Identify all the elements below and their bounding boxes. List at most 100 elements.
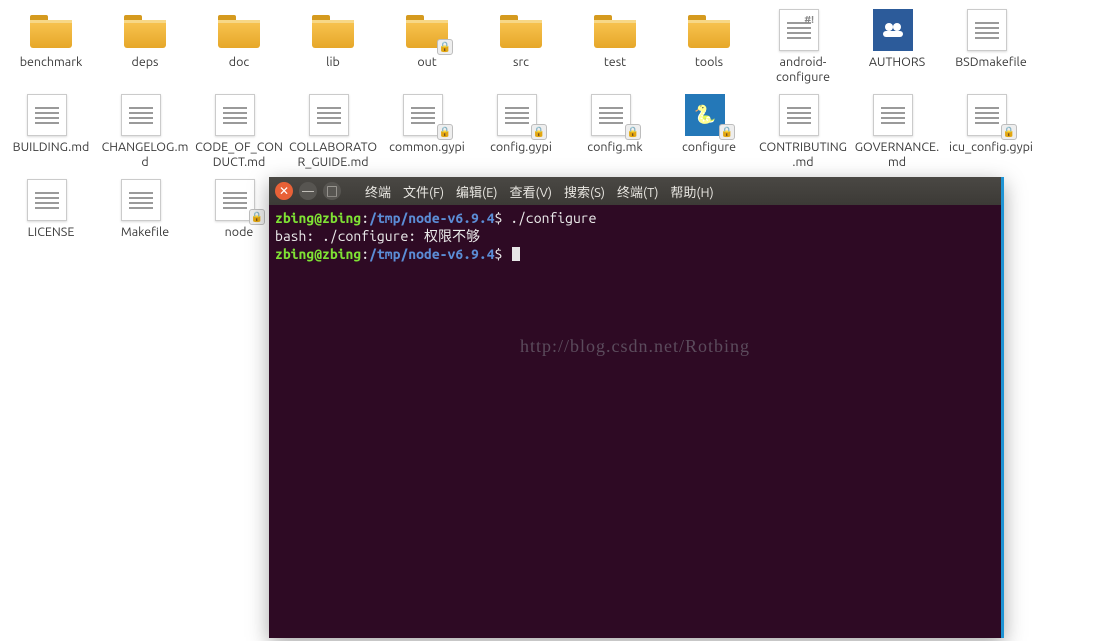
lock-badge-icon: 🔒 — [437, 124, 453, 140]
desktop-icon[interactable]: 🔒icu_config.gypi — [945, 94, 1037, 170]
desktop-icon-label: common.gypi — [389, 140, 465, 155]
lock-badge-icon: 🔒 — [625, 124, 641, 140]
desktop-icon-label: BUILDING.md — [13, 140, 90, 155]
text-file-icon — [121, 179, 169, 223]
python-file-icon: 🔒 — [685, 94, 733, 138]
text-file-icon — [779, 94, 827, 138]
prompt-path: /tmp/node-v6.9.4 — [369, 210, 494, 226]
desktop-icon-label: icu_config.gypi — [949, 140, 1033, 155]
desktop-icon-label: BSDmakefile — [955, 55, 1027, 70]
desktop-icon[interactable]: CONTRIBUTING.md — [757, 94, 849, 170]
window-maximize-button[interactable]: □ — [323, 182, 341, 200]
desktop-icon[interactable]: src — [475, 9, 567, 85]
terminal-menu-item[interactable]: 搜索(S) — [560, 180, 609, 203]
desktop-icon-label: deps — [132, 55, 159, 70]
text-file-icon — [121, 94, 169, 138]
text-file-icon — [215, 94, 263, 138]
text-file-icon — [967, 9, 1015, 53]
desktop-icon[interactable]: benchmark — [5, 9, 97, 85]
text-file-icon: 🔒 — [967, 94, 1015, 138]
terminal-command: ./configure — [510, 210, 596, 226]
window-minimize-button[interactable]: — — [299, 182, 317, 200]
terminal-prompt-line: zbing@zbing:/tmp/node-v6.9.4$ ./configur… — [275, 209, 995, 227]
desktop-icon-label: doc — [229, 55, 249, 70]
prompt-user: zbing@zbing — [275, 246, 361, 262]
desktop-icon[interactable]: 🔒common.gypi — [381, 94, 473, 170]
desktop-icon[interactable]: GOVERNANCE.md — [851, 94, 943, 170]
desktop-icon-label: config.gypi — [490, 140, 552, 155]
folder-icon — [121, 9, 169, 53]
terminal-menubar: 终端文件(F)编辑(E)查看(V)搜索(S)终端(T)帮助(H) — [361, 180, 718, 203]
desktop-icon[interactable]: deps — [99, 9, 191, 85]
terminal-body[interactable]: http://blog.csdn.net/Rotbing zbing@zbing… — [269, 205, 1001, 638]
desktop-icon-label: configure — [682, 140, 736, 155]
lock-badge-icon: 🔒 — [249, 209, 265, 225]
watermark-text: http://blog.csdn.net/Rotbing — [520, 335, 750, 358]
desktop-icon[interactable]: LICENSE — [5, 179, 97, 240]
desktop-icon[interactable]: AUTHORS — [851, 9, 943, 85]
desktop-icon-label: LICENSE — [28, 225, 75, 240]
terminal-menu-item[interactable]: 查看(V) — [506, 180, 556, 203]
terminal-cursor — [512, 247, 520, 261]
desktop-icon-label: out — [417, 55, 436, 70]
text-file-icon: 🔒 — [497, 94, 545, 138]
terminal-window[interactable]: ✕ — □ 终端文件(F)编辑(E)查看(V)搜索(S)终端(T)帮助(H) h… — [269, 177, 1004, 638]
terminal-menu-item[interactable]: 编辑(E) — [452, 180, 501, 203]
window-close-button[interactable]: ✕ — [275, 182, 293, 200]
desktop-icon[interactable]: Makefile — [99, 179, 191, 240]
desktop-icon[interactable]: tools — [663, 9, 755, 85]
terminal-menu-item[interactable]: 帮助(H) — [666, 180, 717, 203]
desktop-icon-label: android-configure — [758, 55, 848, 85]
text-file-icon: 🔒 — [403, 94, 451, 138]
folder-icon — [309, 9, 357, 53]
text-file-icon — [309, 94, 357, 138]
terminal-prompt-line: zbing@zbing:/tmp/node-v6.9.4$ — [275, 245, 995, 263]
desktop-icon-label: CHANGELOG.md — [100, 140, 190, 170]
desktop-icon-label: CONTRIBUTING.md — [758, 140, 848, 170]
desktop-icon[interactable]: COLLABORATOR_GUIDE.md — [287, 94, 379, 170]
desktop-icon[interactable]: doc — [193, 9, 285, 85]
authors-icon — [873, 9, 921, 53]
terminal-menu-item[interactable]: 终端(T) — [613, 180, 662, 203]
desktop-icon-label: config.mk — [587, 140, 642, 155]
lock-badge-icon: 🔒 — [1001, 124, 1017, 140]
text-file-icon: 🔒 — [215, 179, 263, 223]
desktop-icon-label: GOVERNANCE.md — [852, 140, 942, 170]
prompt-path: /tmp/node-v6.9.4 — [369, 246, 494, 262]
folder-icon — [497, 9, 545, 53]
desktop-icon[interactable]: BSDmakefile — [945, 9, 1037, 85]
desktop-icon-label: Makefile — [121, 225, 169, 240]
desktop-icon-label: COLLABORATOR_GUIDE.md — [288, 140, 378, 170]
text-file-icon — [27, 179, 75, 223]
terminal-titlebar[interactable]: ✕ — □ 终端文件(F)编辑(E)查看(V)搜索(S)终端(T)帮助(H) — [269, 177, 1001, 205]
text-file-icon — [27, 94, 75, 138]
desktop-icon[interactable]: 🔒configure — [663, 94, 755, 170]
terminal-menu-item[interactable]: 终端 — [361, 180, 395, 203]
desktop-icon[interactable]: test — [569, 9, 661, 85]
terminal-output-line: bash: ./configure: 权限不够 — [275, 227, 995, 245]
lock-badge-icon: 🔒 — [719, 124, 735, 140]
desktop-icon[interactable]: CODE_OF_CONDUCT.md — [193, 94, 285, 170]
desktop-icon-label: src — [513, 55, 529, 70]
lock-badge-icon: 🔒 — [437, 39, 453, 55]
folder-icon — [27, 9, 75, 53]
lock-badge-icon: 🔒 — [531, 124, 547, 140]
desktop-icon[interactable]: lib — [287, 9, 379, 85]
desktop-icon[interactable]: CHANGELOG.md — [99, 94, 191, 170]
desktop-icon-label: AUTHORS — [869, 55, 925, 70]
desktop-icon[interactable]: 🔒config.mk — [569, 94, 661, 170]
folder-icon — [591, 9, 639, 53]
desktop-icon[interactable]: 🔒out — [381, 9, 473, 85]
desktop-icon-label: node — [225, 225, 254, 240]
desktop-icon-label: benchmark — [20, 55, 83, 70]
desktop-icon[interactable]: BUILDING.md — [5, 94, 97, 170]
folder-icon — [215, 9, 263, 53]
desktop-icon-label: CODE_OF_CONDUCT.md — [194, 140, 284, 170]
terminal-menu-item[interactable]: 文件(F) — [399, 180, 448, 203]
text-file-icon — [873, 94, 921, 138]
desktop-icon-label: test — [604, 55, 626, 70]
desktop-icon[interactable]: 🔒config.gypi — [475, 94, 567, 170]
text-file-icon: 🔒 — [591, 94, 639, 138]
desktop-icon[interactable]: #! android-configure — [757, 9, 849, 85]
desktop-icon-label: tools — [695, 55, 723, 70]
